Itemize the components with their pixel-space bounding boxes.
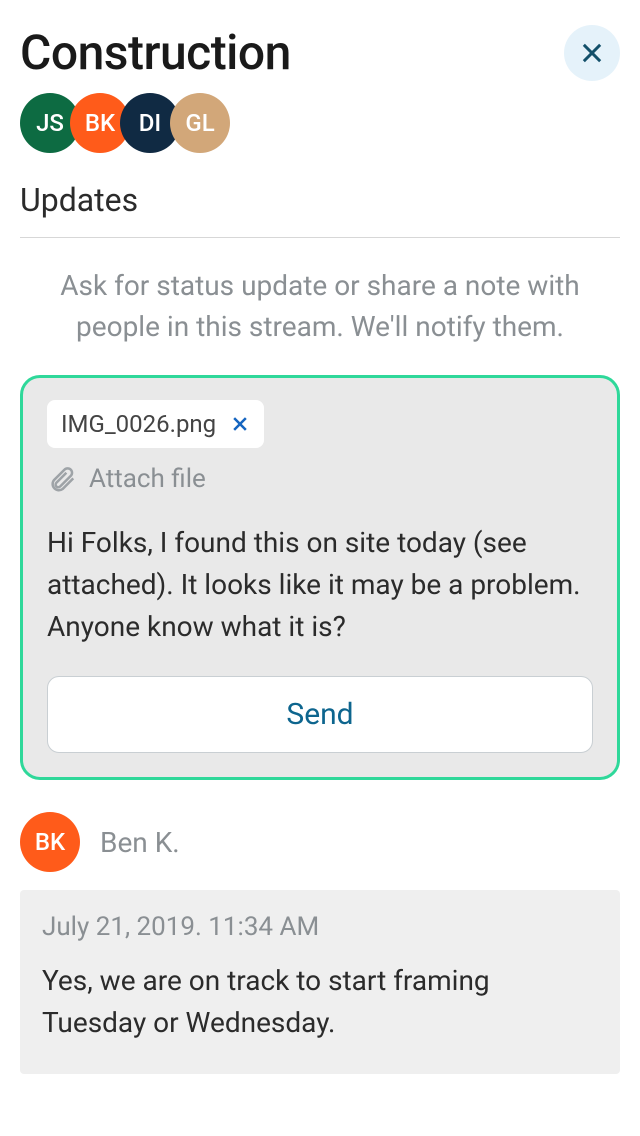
attachment-filename: IMG_0026.png [61, 410, 216, 438]
page-title: Construction [20, 24, 291, 81]
message-card: July 21, 2019. 11:34 AM Yes, we are on t… [20, 890, 620, 1074]
author-name: Ben K. [100, 826, 180, 859]
message-body: Yes, we are on track to start framing Tu… [42, 960, 598, 1044]
attach-file-label: Attach file [89, 464, 206, 494]
compose-hint: Ask for status update or share a note wi… [20, 266, 620, 347]
compose-textarea[interactable]: Hi Folks, I found this on site today (se… [47, 522, 593, 648]
compose-box: IMG_0026.png Attach file Hi Folks, I fou… [20, 375, 620, 780]
section-title-updates: Updates [20, 181, 620, 238]
attach-file-button[interactable]: Attach file [47, 464, 593, 494]
avatar[interactable]: BK [20, 812, 80, 872]
attachment-chip: IMG_0026.png [47, 400, 264, 448]
remove-attachment-button[interactable] [230, 414, 250, 434]
close-button[interactable] [564, 25, 620, 81]
message-timestamp: July 21, 2019. 11:34 AM [42, 912, 598, 942]
send-button[interactable]: Send [47, 676, 593, 753]
participants-avatars: JS BK DI GL [20, 93, 620, 153]
avatar[interactable]: GL [170, 93, 230, 153]
message-author-row: BK Ben K. [20, 812, 620, 872]
close-icon [230, 414, 250, 434]
paperclip-icon [47, 464, 77, 494]
close-icon [578, 39, 606, 67]
